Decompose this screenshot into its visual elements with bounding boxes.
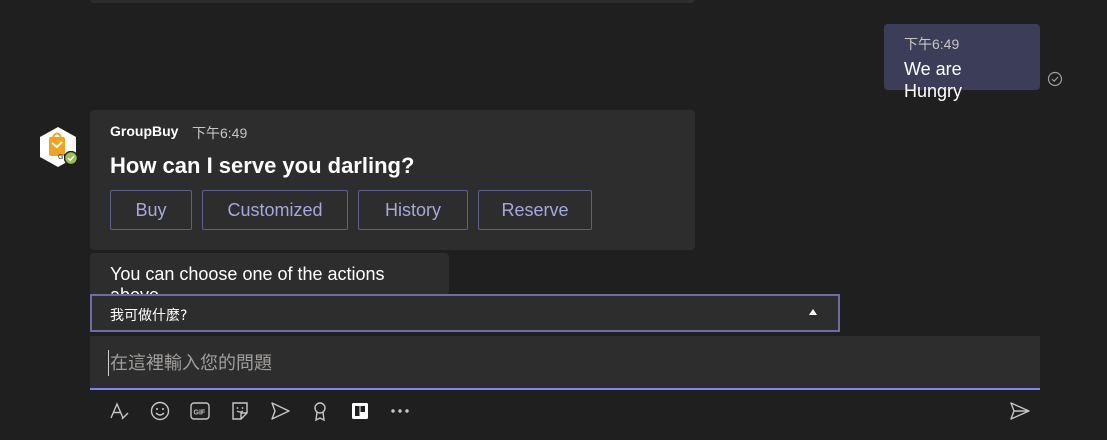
suggestion-text: 我可做什麼? [110, 308, 188, 324]
gif-icon[interactable]: GIF [189, 400, 211, 422]
format-icon[interactable] [108, 400, 130, 422]
emoji-icon[interactable] [149, 400, 171, 422]
svg-text:GIF: GIF [194, 410, 206, 417]
sender-name: GroupBuy [110, 123, 179, 139]
message-input[interactable] [108, 350, 1010, 376]
history-button[interactable]: History [358, 190, 468, 230]
praise-icon[interactable] [309, 400, 331, 422]
info-message: You can choose one of the actions above. [90, 253, 449, 305]
check-circle-icon [1047, 71, 1063, 87]
message-time: 下午6:49 [192, 125, 248, 141]
bot-message-card: GroupBuy 下午6:49 How can I serve you darl… [90, 110, 695, 250]
available-status-icon [64, 151, 78, 165]
card-title: How can I serve you darling? [110, 153, 415, 178]
previous-message-card [90, 0, 695, 3]
suggestion-dropdown[interactable]: 我可做什麼? [90, 294, 840, 332]
more-options-icon[interactable] [389, 400, 411, 422]
meet-now-icon[interactable] [269, 400, 291, 422]
customized-button[interactable]: Customized [202, 190, 348, 230]
caret-up-icon [809, 309, 817, 315]
outgoing-message-time: 下午6:49 [904, 36, 960, 52]
board-app-icon[interactable] [349, 400, 371, 422]
outgoing-message-text: We are Hungry [904, 59, 963, 101]
avatar[interactable]: GB [36, 125, 80, 169]
compose-box [90, 336, 1040, 390]
send-icon[interactable] [1009, 400, 1031, 422]
sticker-icon[interactable] [229, 400, 251, 422]
outgoing-message: 下午6:49 We are Hungry [884, 24, 1040, 101]
buy-button[interactable]: Buy [110, 190, 192, 230]
reserve-button[interactable]: Reserve [478, 190, 592, 230]
